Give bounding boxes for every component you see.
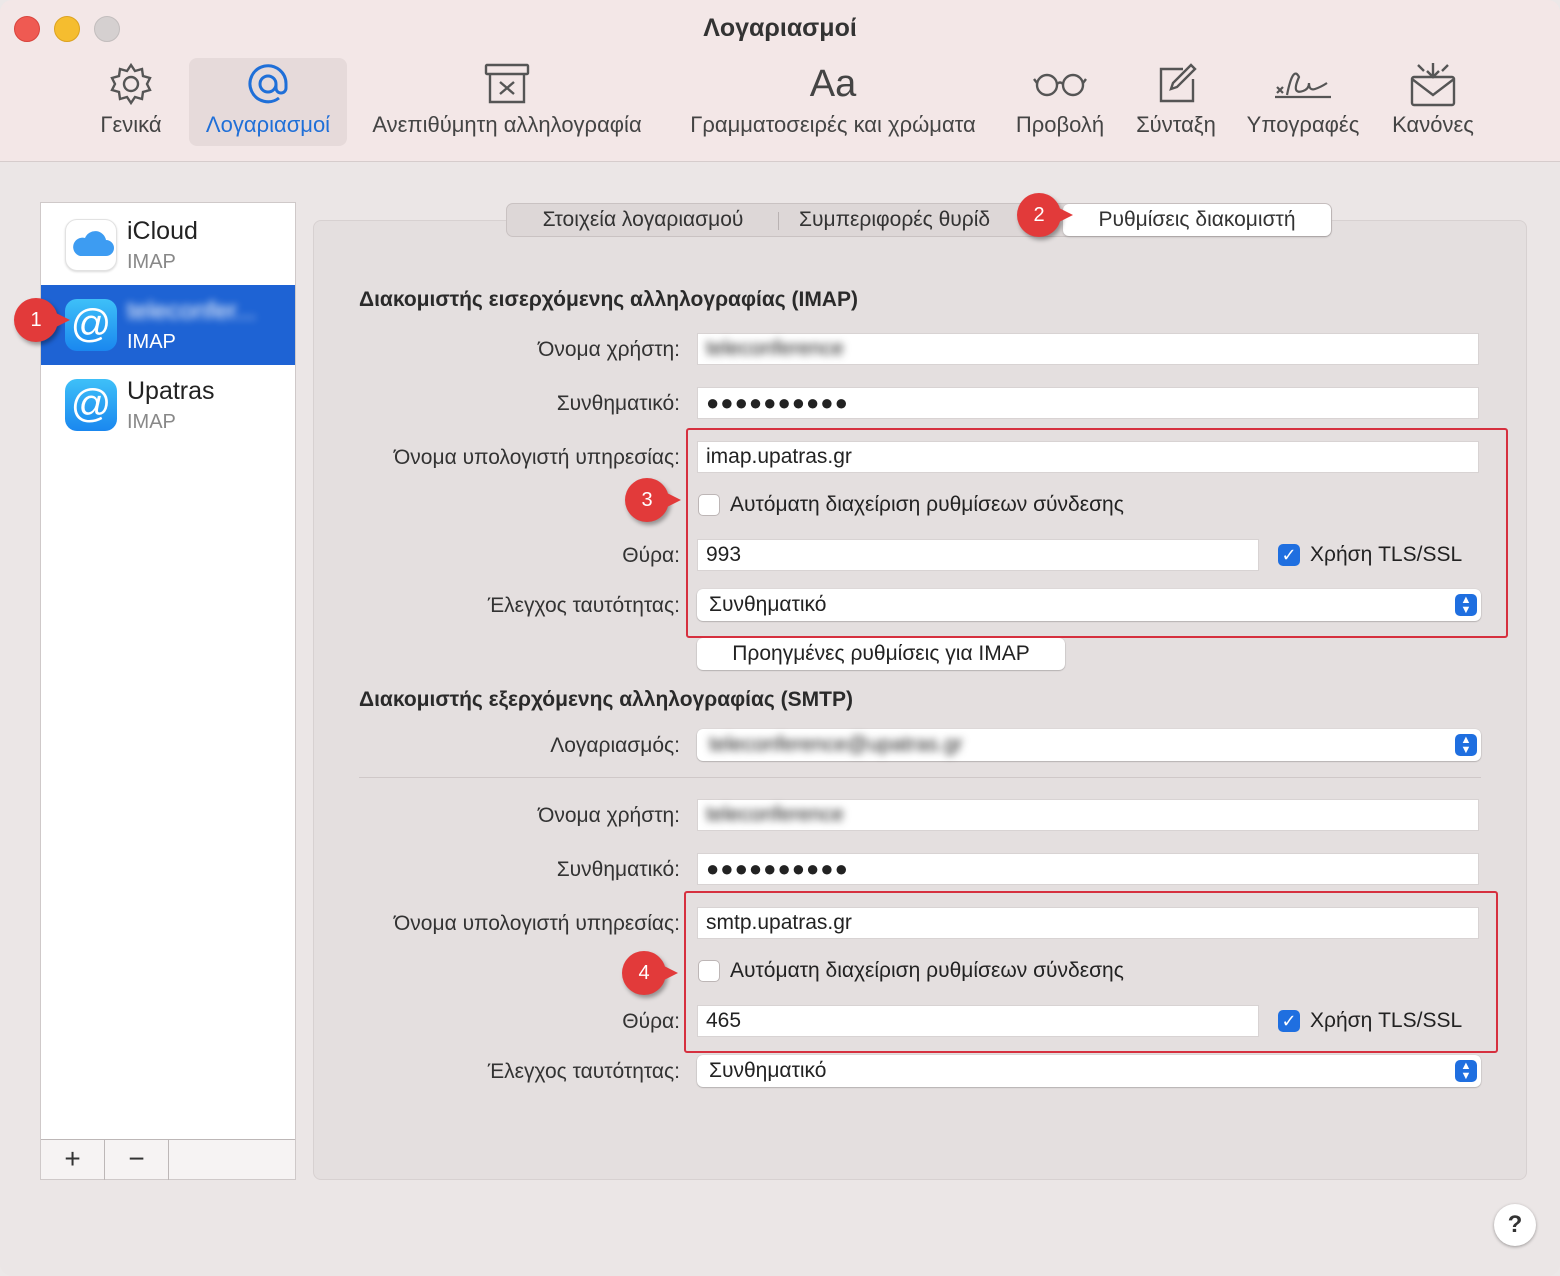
smtp-account-label: Λογαριασμός: <box>550 734 680 757</box>
at-icon: @ <box>65 299 117 351</box>
window-title: Λογαριασμοί <box>703 14 857 42</box>
imap-auth-label: Έλεγχος ταυτότητας: <box>487 594 680 617</box>
smtp-auth-label: Έλεγχος ταυτότητας: <box>487 1060 680 1083</box>
smtp-auth-select[interactable]: Συνθηματικό ▲ ▼ <box>697 1055 1481 1087</box>
account-item-icloud[interactable]: iCloud IMAP <box>41 205 295 285</box>
junk-icon <box>482 58 532 110</box>
account-item-upatras[interactable]: @ Upatras IMAP <box>41 365 295 445</box>
imap-username-label: Όνομα χρήστη: <box>538 338 680 361</box>
smtp-password-input[interactable]: ●●●●●●●●●● <box>697 853 1479 885</box>
toolbar: Λογαριασμοί Γενικά Λογαριασμοί Ανεπιθύμη… <box>0 0 1560 162</box>
imap-port-label: Θύρα: <box>622 544 680 567</box>
account-tabs: Στοιχεία λογαριασμού Συμπεριφορές θυρίδ … <box>506 203 1332 237</box>
preferences-window: Λογαριασμοί Γενικά Λογαριασμοί Ανεπιθύμη… <box>0 0 1560 1276</box>
accounts-list: iCloud IMAP @ teleconfer... IMAP @ Upatr… <box>40 202 296 1180</box>
toolbar-composing[interactable]: Σύνταξη <box>1130 58 1222 146</box>
annotation-badge-1: 1 <box>14 298 70 342</box>
toolbar-junk-mail[interactable]: Ανεπιθύμητη αλληλογραφία <box>360 58 654 146</box>
toolbar-accounts[interactable]: Λογαριασμοί <box>189 58 347 146</box>
remove-account-button[interactable]: − <box>105 1140 169 1180</box>
gear-icon <box>108 58 154 110</box>
imap-username-input[interactable]: teleconference <box>697 333 1479 365</box>
annotation-badge-3: 3 <box>625 478 681 522</box>
glasses-icon <box>1032 58 1088 110</box>
toolbar-fonts-colors[interactable]: Aa Γραμματοσειρές και χρώματα <box>676 58 990 146</box>
imap-password-label: Συνθηματικό: <box>556 392 680 415</box>
imap-host-label: Όνομα υπολογιστή υπηρεσίας: <box>394 446 680 469</box>
chevron-updown-icon: ▲ ▼ <box>1455 1060 1477 1082</box>
imap-password-input[interactable]: ●●●●●●●●●● <box>697 387 1479 419</box>
at-icon: @ <box>65 379 117 431</box>
smtp-port-label: Θύρα: <box>622 1010 680 1033</box>
compose-icon <box>1153 58 1199 110</box>
toolbar-rules[interactable]: Κανόνες <box>1386 58 1480 146</box>
accounts-list-footer: + − <box>41 1139 295 1180</box>
tab-server-settings[interactable]: Ρυθμίσεις διακομιστή <box>1063 204 1331 236</box>
highlight-box-imap <box>686 428 1508 638</box>
imap-advanced-button[interactable]: Προηγμένες ρυθμίσεις για IMAP <box>697 638 1065 670</box>
smtp-account-select[interactable]: teleconference@upatras.gr ▲ ▼ <box>697 729 1481 761</box>
account-item-teleconference[interactable]: @ teleconfer... IMAP <box>41 285 295 365</box>
smtp-section-title: Διακομιστής εξερχόμενης αλληλογραφίας (S… <box>359 688 853 711</box>
smtp-password-label: Συνθηματικό: <box>556 858 680 881</box>
chevron-updown-icon: ▲ ▼ <box>1455 734 1477 756</box>
help-button[interactable]: ? <box>1494 1204 1536 1246</box>
tab-mailbox-behaviors[interactable]: Συμπεριφορές θυρίδ <box>785 204 1017 236</box>
rules-icon <box>1408 58 1458 110</box>
smtp-username-input[interactable]: teleconference <box>697 799 1479 831</box>
smtp-username-label: Όνομα χρήστη: <box>538 804 680 827</box>
font-icon: Aa <box>809 62 857 105</box>
toolbar-signatures[interactable]: Υπογραφές <box>1240 58 1366 146</box>
annotation-badge-4: 4 <box>622 951 678 995</box>
tab-divider <box>778 212 779 230</box>
highlight-box-smtp <box>684 891 1498 1053</box>
toolbar-general[interactable]: Γενικά <box>92 58 170 146</box>
cloud-icon <box>65 219 117 271</box>
toolbar-viewing[interactable]: Προβολή <box>1010 58 1110 146</box>
imap-section-title: Διακομιστής εισερχόμενης αλληλογραφίας (… <box>359 288 858 311</box>
at-icon <box>243 58 293 110</box>
section-divider <box>359 777 1481 778</box>
annotation-badge-2: 2 <box>1017 193 1073 237</box>
signature-icon <box>1271 58 1335 110</box>
tab-account-info[interactable]: Στοιχεία λογαριασμού <box>515 204 771 236</box>
smtp-host-label: Όνομα υπολογιστή υπηρεσίας: <box>394 912 680 935</box>
add-account-button[interactable]: + <box>41 1140 105 1180</box>
